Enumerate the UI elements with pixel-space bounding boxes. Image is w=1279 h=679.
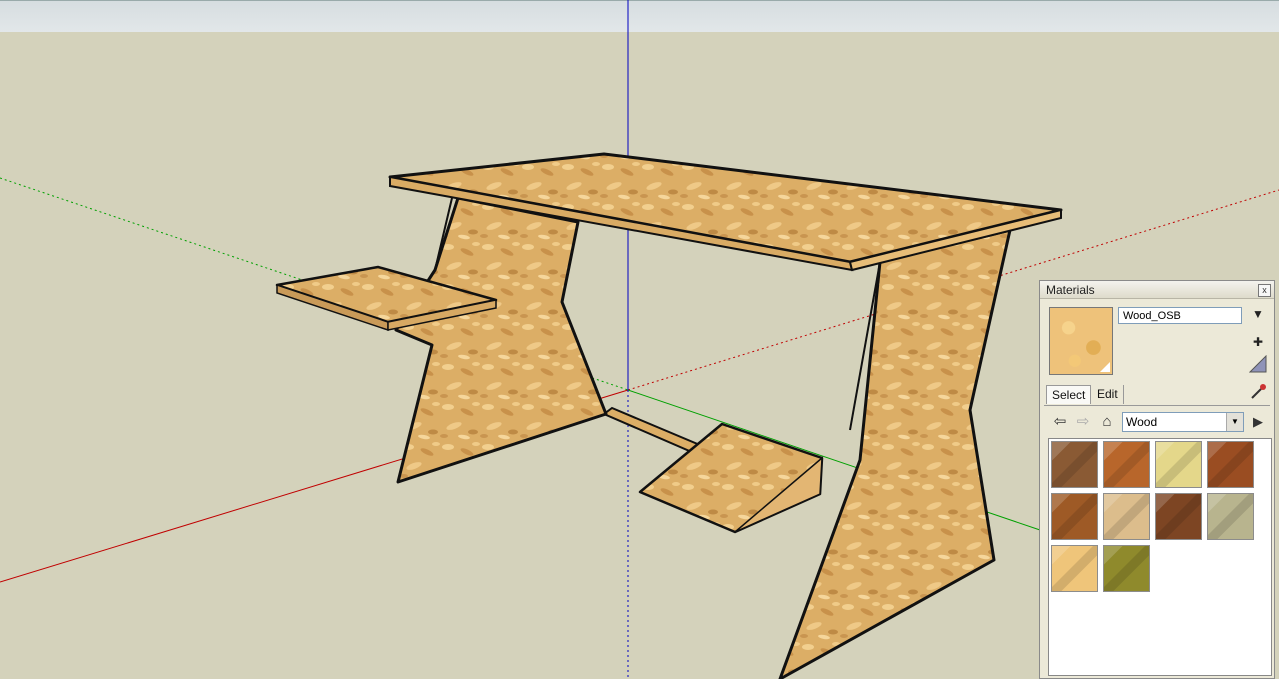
left-leg-panel[interactable]: [394, 196, 608, 484]
tab-edit[interactable]: Edit: [1092, 385, 1124, 404]
wood-swatch-10[interactable]: [1103, 545, 1150, 592]
materials-panel: Materials x Wood_OSB ▼ ✚ Select Edit ⇦ ⇨…: [1039, 280, 1275, 679]
create-material-icon[interactable]: ✚: [1249, 333, 1267, 351]
wood-swatch-5[interactable]: [1051, 493, 1098, 540]
materials-nav-row: ⇦ ⇨ ⌂ Wood ▼ ▶: [1044, 411, 1272, 433]
details-icon[interactable]: ▶: [1248, 412, 1268, 432]
tab-select[interactable]: Select: [1046, 385, 1092, 404]
wood-swatch-4[interactable]: [1207, 441, 1254, 488]
home-icon[interactable]: ⌂: [1097, 412, 1117, 432]
details-arrow-icon[interactable]: ▼: [1249, 305, 1267, 323]
material-swatch-grid: [1048, 438, 1272, 676]
materials-title: Materials: [1046, 283, 1095, 297]
wood-swatch-8[interactable]: [1207, 493, 1254, 540]
wood-swatch-1[interactable]: [1051, 441, 1098, 488]
collection-value: Wood: [1126, 415, 1158, 429]
chevron-down-icon[interactable]: ▼: [1226, 413, 1243, 431]
close-icon[interactable]: x: [1258, 284, 1271, 297]
wood-swatch-9[interactable]: [1051, 545, 1098, 592]
material-preview[interactable]: [1049, 307, 1113, 375]
collection-dropdown[interactable]: Wood ▼: [1122, 412, 1244, 432]
materials-title-bar[interactable]: Materials x: [1040, 281, 1274, 299]
wood-swatch-6[interactable]: [1103, 493, 1150, 540]
forward-arrow-icon[interactable]: ⇨: [1073, 412, 1093, 432]
material-name-field[interactable]: Wood_OSB: [1118, 307, 1242, 324]
preview-corner-icon: [1100, 362, 1110, 372]
materials-tab-bar: Select Edit: [1044, 383, 1270, 406]
wood-swatch-3[interactable]: [1155, 441, 1202, 488]
wood-swatch-7[interactable]: [1155, 493, 1202, 540]
back-arrow-icon[interactable]: ⇦: [1050, 412, 1070, 432]
default-material-icon[interactable]: [1248, 354, 1267, 373]
eyedropper-icon[interactable]: [1249, 383, 1267, 401]
wood-swatch-2[interactable]: [1103, 441, 1150, 488]
